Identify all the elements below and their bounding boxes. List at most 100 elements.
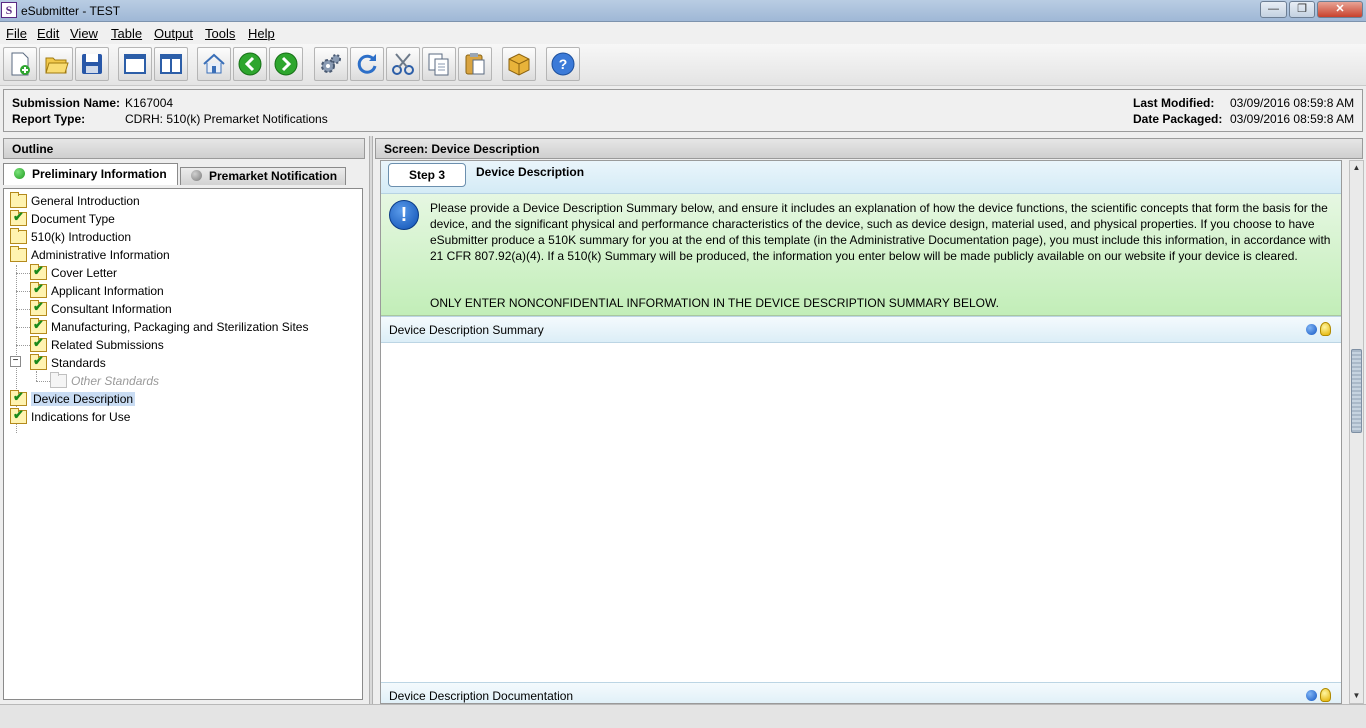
menu-output[interactable]: Output bbox=[154, 26, 193, 41]
window-button[interactable] bbox=[118, 47, 152, 81]
svg-text:?: ? bbox=[559, 56, 568, 72]
tree-item-administrative-information[interactable]: Administrative Information bbox=[10, 245, 170, 263]
home-icon bbox=[203, 53, 225, 74]
tree-item-label: General Introduction bbox=[31, 193, 140, 208]
tree-item-indications-for-use[interactable]: Indications for Use bbox=[10, 407, 131, 425]
blue-dot-icon[interactable] bbox=[1306, 689, 1317, 701]
new-document-button[interactable] bbox=[3, 47, 37, 81]
restore-button[interactable]: ❐ bbox=[1289, 1, 1315, 18]
checked-folder-icon bbox=[30, 353, 47, 370]
checked-folder-icon bbox=[30, 335, 47, 352]
scroll-down-arrow-icon[interactable]: ▼ bbox=[1350, 689, 1363, 703]
refresh-icon bbox=[357, 54, 377, 74]
split-panes-button[interactable] bbox=[154, 47, 188, 81]
section-title: Device Description Summary bbox=[389, 323, 544, 337]
submission-name-value: K167004 bbox=[125, 96, 174, 110]
menu-file[interactable]: File bbox=[6, 26, 27, 41]
tree-item-label: Manufacturing, Packaging and Sterilizati… bbox=[51, 319, 309, 334]
cut-button[interactable] bbox=[386, 47, 420, 81]
menu-tools[interactable]: Tools bbox=[205, 26, 235, 41]
settings-button[interactable] bbox=[314, 47, 348, 81]
tree-item-applicant-information[interactable]: Applicant Information bbox=[30, 281, 164, 299]
checked-folder-icon bbox=[30, 299, 47, 316]
step-title: Device Description bbox=[476, 165, 585, 179]
lightbulb-icon[interactable] bbox=[1320, 322, 1331, 336]
tree-item-label: Other Standards bbox=[71, 373, 160, 388]
tree-item-general-introduction[interactable]: General Introduction bbox=[10, 191, 140, 209]
scroll-thumb[interactable] bbox=[1351, 349, 1362, 433]
tree-item-other-standards[interactable]: Other Standards bbox=[50, 371, 160, 389]
open-button[interactable] bbox=[39, 47, 73, 81]
minimize-button[interactable]: — bbox=[1260, 1, 1287, 18]
home-button[interactable] bbox=[197, 47, 231, 81]
tree-item-510k-introduction[interactable]: 510(k) Introduction bbox=[10, 227, 132, 245]
tree-item-standards[interactable]: Standards bbox=[30, 353, 106, 371]
menu-table[interactable]: Table bbox=[111, 26, 142, 41]
report-type-value: CDRH: 510(k) Premarket Notifications bbox=[125, 112, 328, 126]
tree-item-label: Standards bbox=[51, 355, 106, 370]
cut-scissors-icon bbox=[392, 53, 414, 75]
tree-item-device-description[interactable]: Device Description bbox=[10, 389, 136, 407]
window-icon bbox=[124, 54, 146, 74]
open-folder-icon bbox=[45, 57, 69, 74]
scroll-up-arrow-icon[interactable]: ▲ bbox=[1350, 161, 1363, 175]
menu-edit[interactable]: Edit bbox=[37, 26, 59, 41]
tree-connector bbox=[16, 273, 30, 274]
screen-content: Step 3 Device Description ! Please provi… bbox=[380, 160, 1342, 704]
tab-preliminary-information[interactable]: Preliminary Information bbox=[3, 163, 178, 185]
new-document-icon bbox=[11, 52, 30, 76]
help-icon: ? bbox=[551, 52, 575, 76]
summary-text-area[interactable] bbox=[381, 343, 1341, 682]
tree-item-label: 510(k) Introduction bbox=[31, 229, 132, 244]
window-title: eSubmitter - TEST bbox=[21, 4, 121, 18]
tree-connector bbox=[36, 381, 50, 382]
report-type-label: Report Type: bbox=[12, 112, 86, 126]
collapse-toggle[interactable]: − bbox=[10, 356, 21, 367]
folder-icon bbox=[10, 191, 27, 208]
instruction-text: Please provide a Device Description Summ… bbox=[430, 201, 1331, 263]
menu-view[interactable]: View bbox=[70, 26, 98, 41]
device-description-summary-header: Device Description Summary bbox=[381, 316, 1341, 343]
vertical-scrollbar[interactable]: ▲ ▼ bbox=[1349, 160, 1364, 704]
save-icon bbox=[82, 54, 102, 74]
tree-connector bbox=[16, 327, 30, 328]
copy-icon bbox=[428, 53, 449, 76]
submission-name-label: Submission Name: bbox=[12, 96, 121, 110]
menu-help[interactable]: Help bbox=[248, 26, 275, 41]
tab-label: Preliminary Information bbox=[32, 167, 167, 181]
tab-premarket-notification[interactable]: Premarket Notification bbox=[180, 167, 346, 185]
paste-button[interactable] bbox=[458, 47, 492, 81]
toolbar: ? bbox=[0, 44, 1366, 86]
blue-dot-icon[interactable] bbox=[1306, 323, 1317, 335]
close-button[interactable]: ✕ bbox=[1317, 1, 1363, 18]
tree-item-manufacturing-sites[interactable]: Manufacturing, Packaging and Sterilizati… bbox=[30, 317, 309, 335]
tree-item-label: Indications for Use bbox=[31, 409, 131, 424]
tree-item-document-type[interactable]: Document Type bbox=[10, 209, 115, 227]
help-button[interactable]: ? bbox=[546, 47, 580, 81]
forward-button[interactable] bbox=[269, 47, 303, 81]
checked-folder-icon bbox=[10, 389, 27, 406]
folder-icon bbox=[10, 245, 27, 262]
checked-folder-icon bbox=[30, 281, 47, 298]
tree-item-cover-letter[interactable]: Cover Letter bbox=[30, 263, 117, 281]
submission-info-panel: Submission Name: K167004 Report Type: CD… bbox=[3, 89, 1363, 132]
lightbulb-icon[interactable] bbox=[1320, 688, 1331, 702]
tree-item-consultant-information[interactable]: Consultant Information bbox=[30, 299, 172, 317]
back-button[interactable] bbox=[233, 47, 267, 81]
last-modified-value: 03/09/2016 08:59:8 AM bbox=[1230, 96, 1355, 110]
copy-button[interactable] bbox=[422, 47, 456, 81]
tree-item-label: Device Description bbox=[31, 391, 136, 406]
refresh-button[interactable] bbox=[350, 47, 384, 81]
device-description-documentation-header: Device Description Documentation bbox=[381, 682, 1341, 703]
pane-splitter[interactable] bbox=[369, 136, 373, 704]
package-button[interactable] bbox=[502, 47, 536, 81]
tree-connector bbox=[16, 291, 30, 292]
outline-tree: − General Introduction Document Type 510… bbox=[3, 188, 363, 700]
status-green-icon bbox=[14, 168, 25, 179]
status-bar bbox=[0, 704, 1366, 728]
section-icons bbox=[1306, 322, 1331, 336]
tree-item-related-submissions[interactable]: Related Submissions bbox=[30, 335, 164, 353]
screen-header: Screen: Device Description bbox=[375, 138, 1363, 159]
checked-folder-icon bbox=[30, 317, 47, 334]
save-button[interactable] bbox=[75, 47, 109, 81]
